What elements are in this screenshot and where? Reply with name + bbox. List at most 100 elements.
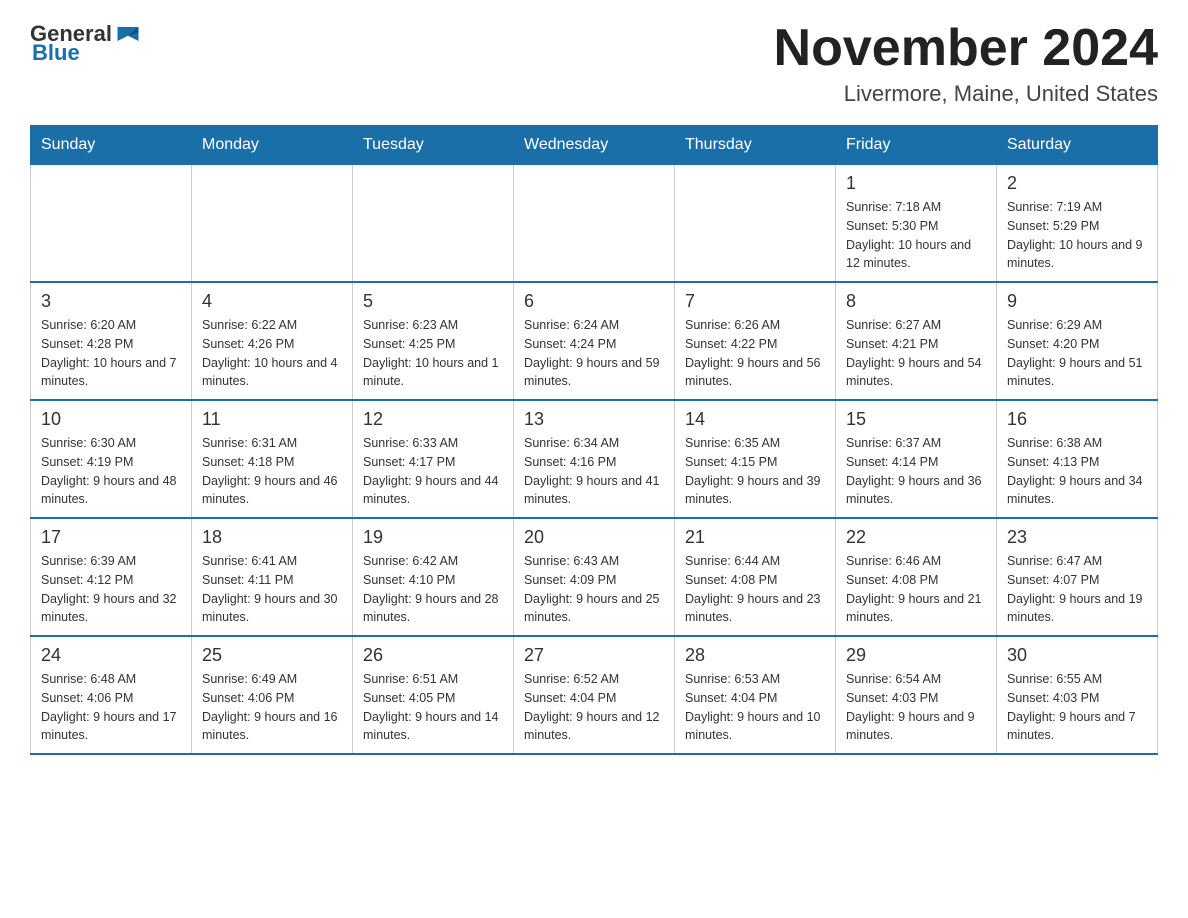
day-info: Sunrise: 6:30 AM Sunset: 4:19 PM Dayligh… xyxy=(41,434,181,509)
calendar-cell: 27Sunrise: 6:52 AM Sunset: 4:04 PM Dayli… xyxy=(514,636,675,754)
day-info: Sunrise: 6:46 AM Sunset: 4:08 PM Dayligh… xyxy=(846,552,986,627)
day-number: 17 xyxy=(41,527,181,548)
day-number: 16 xyxy=(1007,409,1147,430)
logo-blue: Blue xyxy=(32,40,80,66)
calendar-week-row: 1 Sunrise: 7:18 AM Sunset: 5:30 PM Daylig… xyxy=(31,165,1158,283)
calendar-week-row: 3 Sunrise: 6:20 AM Sunset: 4:28 PM Daylig… xyxy=(31,282,1158,400)
day-info: Sunrise: 6:29 AM Sunset: 4:20 PM Dayligh… xyxy=(1007,316,1147,391)
day-number: 13 xyxy=(524,409,664,430)
calendar-subtitle: Livermore, Maine, United States xyxy=(774,81,1158,107)
calendar-cell: 21Sunrise: 6:44 AM Sunset: 4:08 PM Dayli… xyxy=(675,518,836,636)
logo-icon xyxy=(114,20,142,48)
day-number: 11 xyxy=(202,409,342,430)
weekday-header: Thursday xyxy=(675,126,836,165)
weekday-header: Saturday xyxy=(997,126,1158,165)
day-number: 1 xyxy=(846,173,986,194)
calendar-cell: 7 Sunrise: 6:26 AM Sunset: 4:22 PM Daylig… xyxy=(675,282,836,400)
day-number: 9 xyxy=(1007,291,1147,312)
calendar-cell: 24Sunrise: 6:48 AM Sunset: 4:06 PM Dayli… xyxy=(31,636,192,754)
day-info: Sunrise: 6:48 AM Sunset: 4:06 PM Dayligh… xyxy=(41,670,181,745)
calendar-cell xyxy=(192,165,353,283)
calendar-cell: 28 Sunrise: 6:53 AM Sunset: 4:04 PM Dayli… xyxy=(675,636,836,754)
calendar-cell: 5Sunrise: 6:23 AM Sunset: 4:25 PM Daylig… xyxy=(353,282,514,400)
calendar-cell xyxy=(353,165,514,283)
day-number: 20 xyxy=(524,527,664,548)
day-info: Sunrise: 6:54 AM Sunset: 4:03 PM Dayligh… xyxy=(846,670,986,745)
weekday-header: Wednesday xyxy=(514,126,675,165)
calendar-cell: 8 Sunrise: 6:27 AM Sunset: 4:21 PM Daylig… xyxy=(836,282,997,400)
day-number: 18 xyxy=(202,527,342,548)
day-info: Sunrise: 6:49 AM Sunset: 4:06 PM Dayligh… xyxy=(202,670,342,745)
day-number: 29 xyxy=(846,645,986,666)
day-number: 19 xyxy=(363,527,503,548)
calendar-cell: 9 Sunrise: 6:29 AM Sunset: 4:20 PM Daylig… xyxy=(997,282,1158,400)
day-number: 23 xyxy=(1007,527,1147,548)
day-number: 27 xyxy=(524,645,664,666)
day-info: Sunrise: 6:24 AM Sunset: 4:24 PM Dayligh… xyxy=(524,316,664,391)
day-info: Sunrise: 6:27 AM Sunset: 4:21 PM Dayligh… xyxy=(846,316,986,391)
calendar-cell: 2 Sunrise: 7:19 AM Sunset: 5:29 PM Daylig… xyxy=(997,165,1158,283)
day-number: 28 xyxy=(685,645,825,666)
day-info: Sunrise: 6:43 AM Sunset: 4:09 PM Dayligh… xyxy=(524,552,664,627)
calendar-cell: 13 Sunrise: 6:34 AM Sunset: 4:16 PM Dayli… xyxy=(514,400,675,518)
page-header: General Blue November 2024 Livermore, Ma… xyxy=(30,20,1158,107)
calendar-cell: 1 Sunrise: 7:18 AM Sunset: 5:30 PM Daylig… xyxy=(836,165,997,283)
day-number: 3 xyxy=(41,291,181,312)
calendar-cell: 20 Sunrise: 6:43 AM Sunset: 4:09 PM Dayli… xyxy=(514,518,675,636)
weekday-header: Tuesday xyxy=(353,126,514,165)
calendar-cell: 22 Sunrise: 6:46 AM Sunset: 4:08 PM Dayli… xyxy=(836,518,997,636)
day-info: Sunrise: 6:37 AM Sunset: 4:14 PM Dayligh… xyxy=(846,434,986,509)
day-number: 22 xyxy=(846,527,986,548)
logo: General Blue xyxy=(30,20,142,66)
day-info: Sunrise: 6:31 AM Sunset: 4:18 PM Dayligh… xyxy=(202,434,342,509)
calendar-header-row: SundayMondayTuesdayWednesdayThursdayFrid… xyxy=(31,126,1158,165)
day-info: Sunrise: 6:35 AM Sunset: 4:15 PM Dayligh… xyxy=(685,434,825,509)
calendar-week-row: 17 Sunrise: 6:39 AM Sunset: 4:12 PM Dayli… xyxy=(31,518,1158,636)
day-number: 7 xyxy=(685,291,825,312)
day-number: 5 xyxy=(363,291,503,312)
day-number: 10 xyxy=(41,409,181,430)
day-info: Sunrise: 6:39 AM Sunset: 4:12 PM Dayligh… xyxy=(41,552,181,627)
weekday-header: Monday xyxy=(192,126,353,165)
day-info: Sunrise: 7:19 AM Sunset: 5:29 PM Dayligh… xyxy=(1007,198,1147,273)
weekday-header: Friday xyxy=(836,126,997,165)
title-block: November 2024 Livermore, Maine, United S… xyxy=(774,20,1158,107)
calendar-cell: 6 Sunrise: 6:24 AM Sunset: 4:24 PM Daylig… xyxy=(514,282,675,400)
day-number: 30 xyxy=(1007,645,1147,666)
day-number: 26 xyxy=(363,645,503,666)
calendar-cell: 4 Sunrise: 6:22 AM Sunset: 4:26 PM Daylig… xyxy=(192,282,353,400)
day-info: Sunrise: 6:34 AM Sunset: 4:16 PM Dayligh… xyxy=(524,434,664,509)
day-info: Sunrise: 6:42 AM Sunset: 4:10 PM Dayligh… xyxy=(363,552,503,627)
day-info: Sunrise: 6:26 AM Sunset: 4:22 PM Dayligh… xyxy=(685,316,825,391)
day-info: Sunrise: 6:20 AM Sunset: 4:28 PM Dayligh… xyxy=(41,316,181,391)
day-number: 6 xyxy=(524,291,664,312)
calendar-week-row: 10 Sunrise: 6:30 AM Sunset: 4:19 PM Dayli… xyxy=(31,400,1158,518)
calendar-week-row: 24Sunrise: 6:48 AM Sunset: 4:06 PM Dayli… xyxy=(31,636,1158,754)
day-info: Sunrise: 6:51 AM Sunset: 4:05 PM Dayligh… xyxy=(363,670,503,745)
calendar-cell: 14 Sunrise: 6:35 AM Sunset: 4:15 PM Dayli… xyxy=(675,400,836,518)
calendar-cell: 15Sunrise: 6:37 AM Sunset: 4:14 PM Dayli… xyxy=(836,400,997,518)
calendar-cell: 30 Sunrise: 6:55 AM Sunset: 4:03 PM Dayli… xyxy=(997,636,1158,754)
calendar-cell: 29 Sunrise: 6:54 AM Sunset: 4:03 PM Dayli… xyxy=(836,636,997,754)
day-info: Sunrise: 6:47 AM Sunset: 4:07 PM Dayligh… xyxy=(1007,552,1147,627)
calendar-cell xyxy=(31,165,192,283)
day-info: Sunrise: 7:18 AM Sunset: 5:30 PM Dayligh… xyxy=(846,198,986,273)
day-number: 4 xyxy=(202,291,342,312)
calendar-cell: 17 Sunrise: 6:39 AM Sunset: 4:12 PM Dayli… xyxy=(31,518,192,636)
day-number: 21 xyxy=(685,527,825,548)
day-info: Sunrise: 6:55 AM Sunset: 4:03 PM Dayligh… xyxy=(1007,670,1147,745)
day-number: 12 xyxy=(363,409,503,430)
day-number: 8 xyxy=(846,291,986,312)
day-number: 25 xyxy=(202,645,342,666)
day-number: 2 xyxy=(1007,173,1147,194)
day-info: Sunrise: 6:53 AM Sunset: 4:04 PM Dayligh… xyxy=(685,670,825,745)
calendar-cell: 3 Sunrise: 6:20 AM Sunset: 4:28 PM Daylig… xyxy=(31,282,192,400)
day-info: Sunrise: 6:22 AM Sunset: 4:26 PM Dayligh… xyxy=(202,316,342,391)
calendar-cell xyxy=(675,165,836,283)
day-info: Sunrise: 6:41 AM Sunset: 4:11 PM Dayligh… xyxy=(202,552,342,627)
day-number: 14 xyxy=(685,409,825,430)
calendar-cell: 16Sunrise: 6:38 AM Sunset: 4:13 PM Dayli… xyxy=(997,400,1158,518)
calendar-title: November 2024 xyxy=(774,20,1158,77)
calendar-cell: 18 Sunrise: 6:41 AM Sunset: 4:11 PM Dayli… xyxy=(192,518,353,636)
calendar-cell: 19 Sunrise: 6:42 AM Sunset: 4:10 PM Dayli… xyxy=(353,518,514,636)
